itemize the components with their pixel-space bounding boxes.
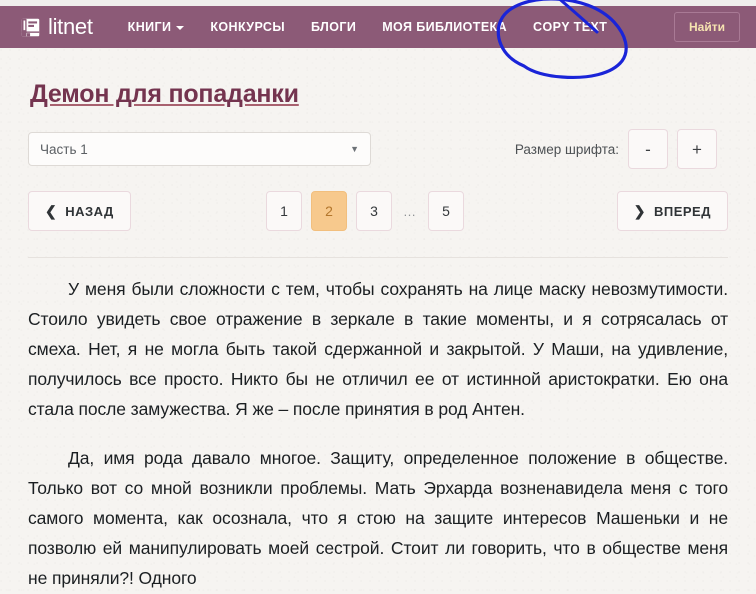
page-ellipsis: … — [401, 204, 419, 219]
page-number-list: 1 2 3 … 5 — [266, 191, 464, 231]
nav-item-blogs[interactable]: БЛОГИ — [298, 14, 369, 40]
font-size-label: Размер шрифта: — [515, 142, 619, 157]
main-navbar: litnet КНИГИ КОНКУРСЫ БЛОГИ МОЯ БИБЛИОТЕ… — [0, 6, 756, 48]
next-page-label: ВПЕРЕД — [654, 204, 711, 219]
nav-item-copy-text[interactable]: COPY TEXT — [520, 14, 620, 40]
reader-controls: Часть 1 ▼ Размер шрифта: - + — [28, 129, 728, 169]
prev-page-button[interactable]: ❮ НАЗАД — [28, 191, 131, 231]
next-page-button[interactable]: ❯ ВПЕРЕД — [617, 191, 728, 231]
navbar-right: Найти — [674, 12, 740, 42]
nav-item-label: КНИГИ — [128, 20, 172, 34]
chevron-left-icon: ❮ — [45, 204, 57, 218]
reader-body-text: У меня были сложности с тем, чтобы сохра… — [28, 257, 728, 593]
nav-links: КНИГИ КОНКУРСЫ БЛОГИ МОЯ БИБЛИОТЕКА COPY… — [115, 14, 621, 40]
nav-item-label: КОНКУРСЫ — [210, 20, 285, 34]
nav-item-label: МОЯ БИБЛИОТЕКА — [382, 20, 507, 34]
brand-text: litnet — [48, 16, 93, 38]
font-size-decrease-button[interactable]: - — [628, 129, 668, 169]
page-number-2[interactable]: 2 — [311, 191, 347, 231]
nav-item-label: БЛОГИ — [311, 20, 356, 34]
pagination: ❮ НАЗАД 1 2 3 … 5 ❯ ВПЕРЕД — [28, 191, 728, 231]
nav-item-label: COPY TEXT — [533, 20, 607, 34]
paragraph: Да, имя рода давало многое. Защиту, опре… — [28, 443, 728, 593]
nav-item-contests[interactable]: КОНКУРСЫ — [197, 14, 298, 40]
font-size-increase-button[interactable]: + — [677, 129, 717, 169]
search-button[interactable]: Найти — [674, 12, 740, 42]
page-number-5[interactable]: 5 — [428, 191, 464, 231]
page-number-1[interactable]: 1 — [266, 191, 302, 231]
book-icon — [20, 17, 41, 38]
chapter-select-value: Часть 1 — [40, 142, 88, 157]
page-content: Демон для попаданки Часть 1 ▼ Размер шри… — [0, 48, 756, 594]
page-title[interactable]: Демон для попаданки — [30, 80, 299, 109]
brand-logo[interactable]: litnet — [20, 16, 93, 38]
font-size-controls: Размер шрифта: - + — [515, 129, 717, 169]
paragraph: У меня были сложности с тем, чтобы сохра… — [28, 274, 728, 424]
chevron-down-icon — [176, 26, 184, 30]
prev-page-label: НАЗАД — [65, 204, 114, 219]
chevron-right-icon: ❯ — [634, 204, 646, 218]
nav-item-books[interactable]: КНИГИ — [115, 14, 198, 40]
chevron-down-icon: ▼ — [350, 144, 359, 154]
nav-item-my-library[interactable]: МОЯ БИБЛИОТЕКА — [369, 14, 520, 40]
page-number-3[interactable]: 3 — [356, 191, 392, 231]
chapter-select[interactable]: Часть 1 ▼ — [28, 132, 371, 166]
